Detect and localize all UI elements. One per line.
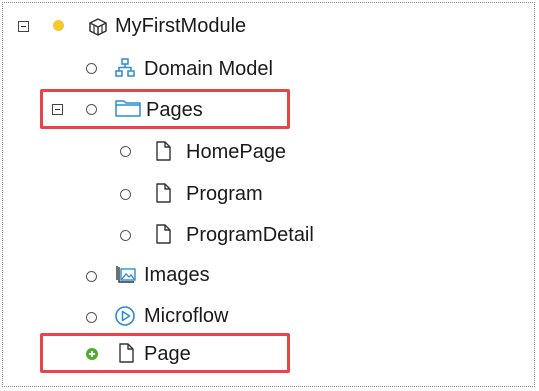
highlight-box-new-page bbox=[40, 333, 290, 373]
page-icon bbox=[156, 183, 171, 203]
microflow-icon bbox=[115, 306, 135, 326]
tree-item-label: HomePage bbox=[186, 141, 287, 163]
status-dot-icon bbox=[86, 63, 97, 74]
status-dot-icon bbox=[120, 146, 131, 157]
status-dot-icon bbox=[120, 189, 131, 200]
status-dot-icon bbox=[53, 20, 64, 31]
tree-item-label: Program bbox=[186, 183, 263, 205]
page-icon bbox=[156, 141, 171, 161]
tree-item-label: Domain Model bbox=[144, 58, 273, 80]
collapse-toggle-icon[interactable] bbox=[18, 21, 29, 32]
images-icon bbox=[116, 266, 136, 283]
domain-model-icon bbox=[115, 58, 135, 77]
page-icon bbox=[156, 224, 171, 244]
status-dot-icon bbox=[120, 230, 131, 241]
status-dot-icon bbox=[86, 271, 97, 282]
module-icon bbox=[89, 18, 107, 36]
tree-item-label: Images bbox=[144, 264, 210, 286]
highlight-box-pages bbox=[40, 89, 290, 129]
tree-item-label: Microflow bbox=[144, 305, 229, 327]
tree-item-label: ProgramDetail bbox=[186, 224, 314, 246]
tree-item-label: MyFirstModule bbox=[115, 15, 247, 37]
status-dot-icon bbox=[86, 312, 97, 323]
